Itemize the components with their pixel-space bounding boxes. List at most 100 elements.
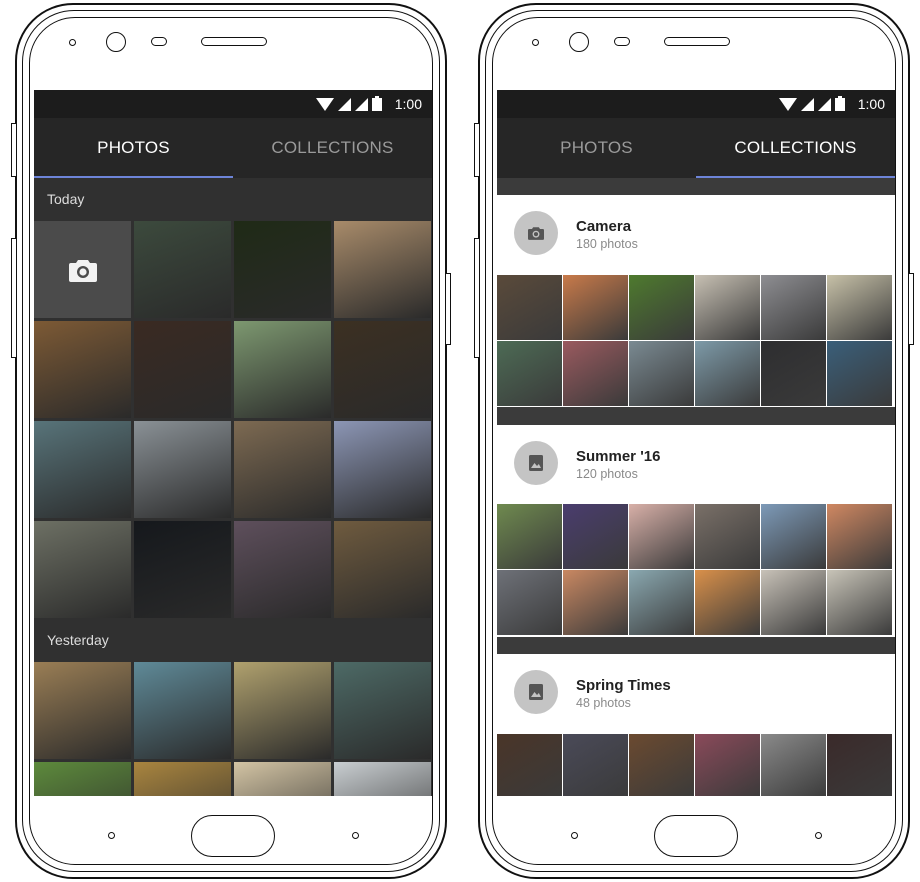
collections-screen: 1:00 PHOTOS COLLECTIONS Camera 180 photo… <box>497 90 895 796</box>
collection-thumbnail[interactable] <box>695 734 760 796</box>
status-icons <box>779 96 845 111</box>
collection-thumbnail[interactable] <box>761 570 826 635</box>
recents-key-icon[interactable] <box>352 832 359 839</box>
photo-thumbnail[interactable] <box>34 662 131 759</box>
collection-thumbnail[interactable] <box>827 275 892 340</box>
front-camera-icon <box>569 32 589 52</box>
status-time: 1:00 <box>857 96 885 112</box>
earpiece-speaker-icon <box>664 37 730 46</box>
right-phone: 1:00 PHOTOS COLLECTIONS Camera 180 photo… <box>474 3 914 879</box>
collection-thumbs <box>497 275 895 406</box>
collection-thumbnail[interactable] <box>695 570 760 635</box>
power-button <box>474 238 480 358</box>
collection-thumbnail[interactable] <box>497 275 562 340</box>
collection-thumbnail[interactable] <box>629 570 694 635</box>
collection-thumbnail[interactable] <box>761 734 826 796</box>
home-button[interactable] <box>191 815 275 857</box>
photo-thumbnail[interactable] <box>34 421 131 518</box>
recents-key-icon[interactable] <box>815 832 822 839</box>
collection-avatar <box>514 670 558 714</box>
photo-thumbnail[interactable] <box>134 221 231 318</box>
signal-icon-2 <box>818 98 831 111</box>
sensor-icon <box>532 39 539 46</box>
photo-thumbnail[interactable] <box>334 421 431 518</box>
collection-thumbnail[interactable] <box>563 504 628 569</box>
tab-collections[interactable]: COLLECTIONS <box>233 118 432 178</box>
collection-thumbnail[interactable] <box>629 275 694 340</box>
photo-thumbnail[interactable] <box>234 762 331 796</box>
battery-icon <box>835 96 845 111</box>
collection-thumbnail[interactable] <box>497 504 562 569</box>
collection-thumbnail[interactable] <box>827 734 892 796</box>
photo-thumbnail[interactable] <box>34 521 131 618</box>
camera-tile[interactable] <box>34 221 131 318</box>
collection-card-summer[interactable]: Summer '16 120 photos <box>497 425 895 637</box>
photo-thumbnail[interactable] <box>134 521 231 618</box>
collection-thumbnail[interactable] <box>563 734 628 796</box>
collection-thumbnail[interactable] <box>695 275 760 340</box>
photo-thumbnail[interactable] <box>234 221 331 318</box>
collection-thumbnail[interactable] <box>563 341 628 406</box>
status-bar: 1:00 <box>34 90 432 118</box>
photo-thumbnail[interactable] <box>334 221 431 318</box>
collection-thumbnail[interactable] <box>497 570 562 635</box>
photo-thumbnail[interactable] <box>234 521 331 618</box>
collection-thumbnail[interactable] <box>695 504 760 569</box>
status-bar: 1:00 <box>497 90 895 118</box>
photo-thumbnail[interactable] <box>334 521 431 618</box>
tab-collections[interactable]: COLLECTIONS <box>696 118 895 178</box>
front-camera-icon <box>106 32 126 52</box>
photo-thumbnail[interactable] <box>234 321 331 418</box>
tab-photos[interactable]: PHOTOS <box>497 118 696 178</box>
tab-indicator <box>34 176 233 178</box>
collection-thumbnail[interactable] <box>761 275 826 340</box>
photo-grid-today <box>34 221 431 618</box>
back-key-icon[interactable] <box>108 832 115 839</box>
photo-thumbnail[interactable] <box>134 762 231 796</box>
collection-thumbnail[interactable] <box>629 734 694 796</box>
proximity-sensor-icon <box>614 37 630 46</box>
image-icon <box>529 684 543 700</box>
photo-thumbnail[interactable] <box>134 662 231 759</box>
photo-thumbnail[interactable] <box>34 762 131 796</box>
collection-thumbnail[interactable] <box>497 734 562 796</box>
collection-count: 180 photos <box>576 237 638 251</box>
earpiece-speaker-icon <box>201 37 267 46</box>
wifi-icon <box>316 98 334 111</box>
volume-button <box>474 123 480 177</box>
power-button <box>11 238 17 358</box>
photo-thumbnail[interactable] <box>334 321 431 418</box>
status-icons <box>316 96 382 111</box>
camera-icon <box>68 259 97 282</box>
photo-thumbnail[interactable] <box>334 762 431 796</box>
collection-card-spring[interactable]: Spring Times 48 photos <box>497 654 895 796</box>
collection-thumbnail[interactable] <box>827 570 892 635</box>
collection-count: 120 photos <box>576 467 638 481</box>
collection-thumbnail[interactable] <box>761 341 826 406</box>
collection-thumbnail[interactable] <box>563 275 628 340</box>
back-key-icon[interactable] <box>571 832 578 839</box>
photo-thumbnail[interactable] <box>134 421 231 518</box>
section-label-today: Today <box>47 191 85 207</box>
signal-icon-2 <box>355 98 368 111</box>
photo-thumbnail[interactable] <box>134 321 231 418</box>
tab-photos[interactable]: PHOTOS <box>34 118 233 178</box>
photo-thumbnail[interactable] <box>234 421 331 518</box>
collection-card-camera[interactable]: Camera 180 photos <box>497 195 895 407</box>
proximity-sensor-icon <box>151 37 167 46</box>
collection-thumbnail[interactable] <box>827 341 892 406</box>
photos-screen: 1:00 PHOTOS COLLECTIONS Today Yesterday <box>34 90 432 796</box>
collection-thumbnail[interactable] <box>629 504 694 569</box>
sensor-icon <box>69 39 76 46</box>
collection-count: 48 photos <box>576 696 631 710</box>
collection-thumbnail[interactable] <box>497 341 562 406</box>
collection-thumbnail[interactable] <box>827 504 892 569</box>
collection-thumbnail[interactable] <box>629 341 694 406</box>
collection-thumbnail[interactable] <box>563 570 628 635</box>
collection-thumbnail[interactable] <box>761 504 826 569</box>
collection-thumbnail[interactable] <box>695 341 760 406</box>
photo-thumbnail[interactable] <box>34 321 131 418</box>
photo-thumbnail[interactable] <box>234 662 331 759</box>
photo-thumbnail[interactable] <box>334 662 431 759</box>
home-button[interactable] <box>654 815 738 857</box>
